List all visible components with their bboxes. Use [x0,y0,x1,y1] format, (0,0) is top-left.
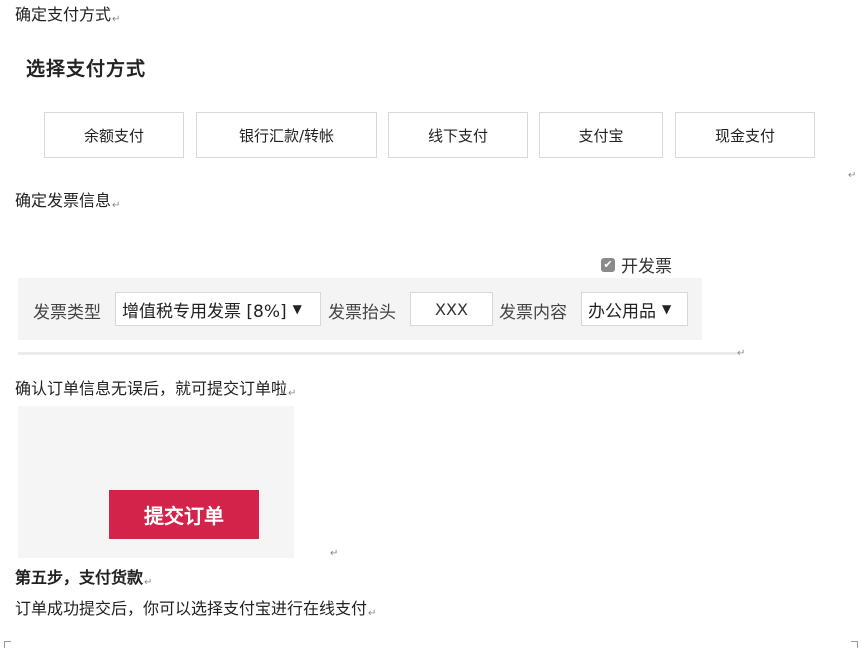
invoice-section-title-text: 确定发票信息 [15,191,112,210]
invoice-section-title: 确定发票信息↵ [15,191,120,216]
invoice-content-value: 办公用品 [588,301,656,322]
step5-text: 订单成功提交后，你可以选择支付宝进行在线支付↵ [15,599,376,624]
order-confirm-text-content: 确认订单信息无误后，就可提交订单啦 [15,379,288,398]
paragraph-mark: ↵ [144,577,153,588]
payment-heading: 选择支付方式 [26,58,147,80]
invoice-checkbox-label: 开发票 [621,257,672,277]
invoice-content-select[interactable]: 办公用品 ▼ [581,292,688,326]
invoice-checkbox-row[interactable]: ✔ 开发票 [601,252,672,277]
invoice-type-select[interactable]: 增值税专用发票 [8%] ▼ [115,292,321,326]
pay-method-balance-button[interactable]: 余额支付 [44,112,184,158]
step5-title: 第五步，支付货款↵ [15,568,152,593]
payment-section-title: 确定支付方式↵ [15,5,120,30]
order-confirm-text: 确认订单信息无误后，就可提交订单啦↵ [15,379,296,404]
paragraph-mark: ↵ [112,200,121,211]
invoice-header-label: 发票抬头 [328,303,396,323]
paragraph-mark: ↵ [848,170,857,181]
page-corner-mark [851,641,858,648]
invoice-header-input[interactable]: XXX [410,292,493,326]
submit-order-button[interactable]: 提交订单 [109,490,259,539]
pay-method-alipay-button[interactable]: 支付宝 [539,112,663,158]
dropdown-arrow-icon: ▼ [662,302,672,316]
step5-text-content: 订单成功提交后，你可以选择支付宝进行在线支付 [15,599,368,618]
page-corner-mark [4,641,11,648]
paragraph-mark: ↵ [330,548,339,559]
paragraph-mark: ↵ [288,388,297,399]
step5-title-text: 第五步，支付货款 [15,568,144,587]
pay-method-cash-button[interactable]: 现金支付 [675,112,815,158]
invoice-panel: 发票类型 增值税专用发票 [8%] ▼ 发票抬头 XXX 发票内容 办公用品 ▼ [18,278,702,340]
submit-panel: 提交订单 [18,406,294,558]
invoice-content-label: 发票内容 [499,303,567,323]
invoice-type-value: 增值税专用发票 [8%] [122,301,287,322]
pay-method-offline-button[interactable]: 线下支付 [388,112,528,158]
paragraph-mark: ↵ [112,14,121,25]
paragraph-mark: ↵ [368,608,377,619]
payment-section-title-text: 确定支付方式 [15,5,112,24]
paragraph-mark: ↵ [737,348,746,359]
invoice-checkbox[interactable]: ✔ [601,257,615,272]
section-divider [18,352,738,355]
dropdown-arrow-icon: ▼ [292,302,302,316]
pay-method-bank-transfer-button[interactable]: 银行汇款/转帐 [196,112,377,158]
invoice-type-label: 发票类型 [33,303,101,323]
